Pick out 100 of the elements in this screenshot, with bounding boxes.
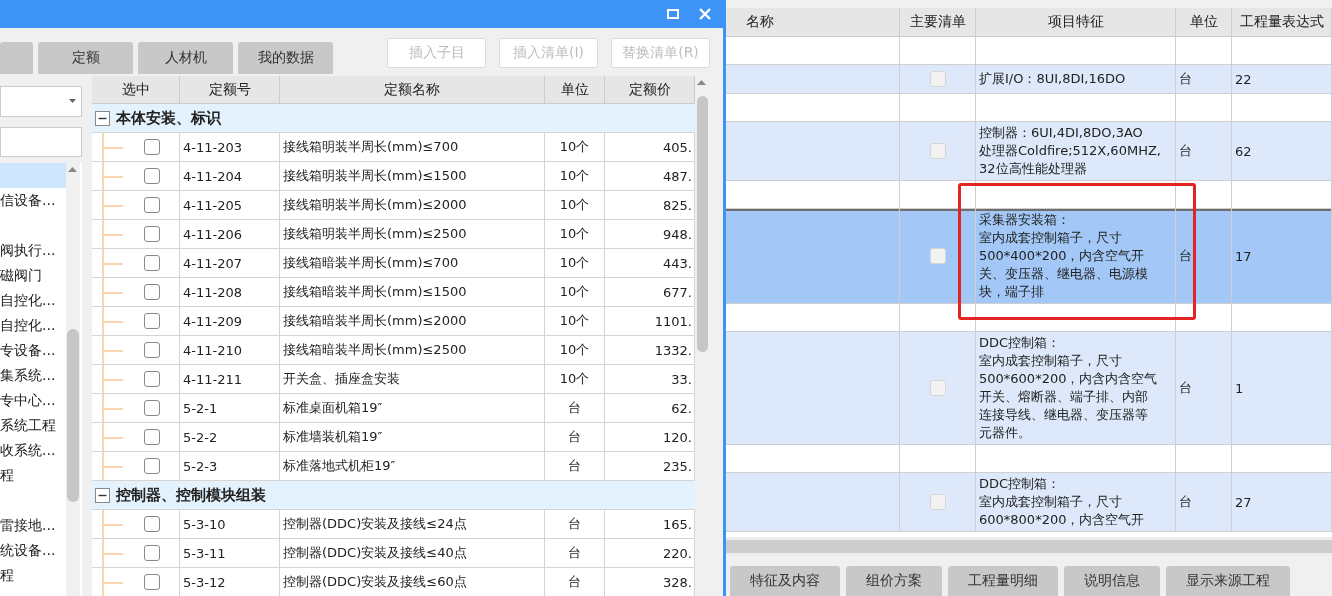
- table-cell: 台: [545, 568, 605, 596]
- tree-item[interactable]: 雷接地...: [0, 513, 66, 538]
- tree-line: [102, 423, 124, 451]
- table-cell: 10个: [545, 220, 605, 249]
- maximize-icon[interactable]: [667, 9, 679, 19]
- tab[interactable]: 我的数据: [238, 42, 333, 74]
- table-cell: 10个: [545, 365, 605, 394]
- input-field[interactable]: [0, 127, 82, 157]
- tree-item[interactable]: 程: [0, 463, 66, 488]
- feature-text: 600*800*200，内含空气开: [979, 511, 1145, 529]
- tree-item[interactable]: 阀执行...: [0, 238, 66, 263]
- table-cell: 4-11-211: [180, 365, 280, 394]
- table-row[interactable]: 控制器：6UI,4DI,8DO,3AO 处理器Coldfire;512X,60MHZ, 32位高性能处理器 台 62: [726, 122, 1332, 181]
- table-cell: 接线箱暗装半周长(mm)≤1500: [280, 278, 545, 307]
- tree-line: [102, 394, 124, 422]
- scrollbar[interactable]: [726, 537, 1332, 556]
- tree-item[interactable]: 集系统...: [0, 363, 66, 388]
- collapse-icon[interactable]: [95, 110, 110, 126]
- table-cell: 控制器(DDC)安装及接线≤60点: [280, 568, 545, 596]
- tree-item[interactable]: 自控化...: [0, 288, 66, 313]
- feature-text: 室内成套控制箱子，尺寸: [979, 493, 1122, 511]
- tree-item[interactable]: 系统工程: [0, 413, 66, 438]
- feature-text: DDC控制箱：: [979, 475, 1061, 493]
- checkbox[interactable]: [144, 458, 160, 474]
- table-cell: 控制器(DDC)安装及接线≤24点: [280, 510, 545, 539]
- checkbox[interactable]: [144, 516, 160, 532]
- feature-text: 块，端子排: [979, 283, 1044, 301]
- group-title: 本体安装、标识: [116, 108, 221, 128]
- table-cell: 台: [545, 539, 605, 568]
- column-header: 名称: [726, 8, 900, 37]
- table-row[interactable]: DDC控制箱： 室内成套控制箱子，尺寸 600*800*200，内含空气开 台 27: [726, 473, 1332, 532]
- tree-item[interactable]: 统设备...: [0, 538, 66, 563]
- tab[interactable]: 说明信息: [1064, 566, 1160, 596]
- checkbox[interactable]: [144, 429, 160, 445]
- table-cell: 5-2-1: [180, 394, 280, 423]
- checkbox[interactable]: [144, 313, 160, 329]
- checkbox[interactable]: [144, 342, 160, 358]
- close-icon[interactable]: [699, 8, 711, 20]
- tree-item[interactable]: 收系统...: [0, 438, 66, 463]
- tab[interactable]: 工程量明细: [948, 566, 1058, 596]
- tree-item[interactable]: 程: [0, 563, 66, 588]
- tree-item[interactable]: 自控化...: [0, 313, 66, 338]
- column-header: 定额号: [180, 76, 280, 104]
- tree-line: [102, 307, 124, 335]
- tree-item[interactable]: 磁阀门: [0, 263, 66, 288]
- tree-line: [102, 162, 124, 190]
- tree-item[interactable]: 信设备...: [0, 188, 66, 213]
- checkbox[interactable]: [144, 139, 160, 155]
- scroll-up-icon[interactable]: [68, 167, 77, 172]
- table-cell: 5-3-12: [180, 568, 280, 596]
- feature-text: 连接导线、继电器、变压器等: [979, 406, 1148, 424]
- table-cell: 4-11-203: [180, 133, 280, 162]
- feature-text: 500*600*200，内含内含空气: [979, 370, 1158, 388]
- feature-text: 500*400*200，内含空气开: [979, 247, 1145, 265]
- checkbox[interactable]: [144, 371, 160, 387]
- checkbox[interactable]: [144, 255, 160, 271]
- tab[interactable]: 人材机: [138, 42, 233, 74]
- tab[interactable]: 特征及内容: [730, 566, 840, 596]
- table-cell: 62: [1232, 122, 1332, 181]
- table-cell: 标准墙装机箱19″: [280, 423, 545, 452]
- tree-line: [102, 133, 124, 161]
- table-row[interactable]: DDC控制箱： 室内成套控制箱子，尺寸 500*600*200，内含内含空气 开关、熔断器、端子排、内部 连接导线、继电器、变压器等 元器件。 台 1: [726, 332, 1332, 445]
- table-cell: 台: [1176, 122, 1232, 181]
- table-cell: 台: [545, 510, 605, 539]
- checkbox[interactable]: [144, 197, 160, 213]
- table-cell: 接线箱暗装半周长(mm)≤700: [280, 249, 545, 278]
- tree-item[interactable]: 专设备...: [0, 338, 66, 363]
- tab[interactable]: 定额: [38, 42, 133, 74]
- table-cell: 4-11-210: [180, 336, 280, 365]
- feature-text: 32位高性能处理器: [979, 160, 1087, 178]
- feature-text: 采集器安装箱：: [979, 211, 1070, 229]
- tree-line: [102, 336, 124, 364]
- tab[interactable]: 显示来源工程: [1166, 566, 1290, 596]
- table-cell: 接线箱明装半周长(mm)≤700: [280, 133, 545, 162]
- table-cell: 台: [1176, 473, 1232, 532]
- tree-line: [102, 365, 124, 393]
- table-cell: 接线箱明装半周长(mm)≤2500: [280, 220, 545, 249]
- checkbox[interactable]: [144, 574, 160, 590]
- checkbox[interactable]: [144, 284, 160, 300]
- checkbox[interactable]: [144, 400, 160, 416]
- tab[interactable]: 组价方案: [846, 566, 942, 596]
- column-header: 单位: [1176, 8, 1232, 37]
- table-cell: 5-3-10: [180, 510, 280, 539]
- checkbox[interactable]: [144, 545, 160, 561]
- table-cell: 台: [1176, 332, 1232, 445]
- column-header: 主要清单: [900, 8, 976, 37]
- table-cell: 4-11-208: [180, 278, 280, 307]
- table-row[interactable]: 采集器安装箱： 室内成套控制箱子，尺寸 500*400*200，内含空气开 关、变压器、继电器、电源模 块，端子排 台 17: [726, 209, 1332, 304]
- feature-text: 关、变压器、继电器、电源模: [979, 265, 1148, 283]
- table-row[interactable]: 扩展I/O：8UI,8DI,16DO 台 22: [726, 65, 1332, 94]
- tree-item[interactable]: 专中心...: [0, 388, 66, 413]
- checkbox[interactable]: [144, 168, 160, 184]
- feature-text: DDC控制箱：: [979, 334, 1061, 352]
- scrollbar[interactable]: [66, 163, 80, 596]
- scroll-up-icon[interactable]: [697, 80, 706, 85]
- collapse-icon[interactable]: [95, 487, 110, 503]
- checkbox[interactable]: [144, 226, 160, 242]
- table-cell: 台: [1176, 65, 1232, 94]
- table-cell: 接线箱明装半周长(mm)≤2000: [280, 191, 545, 220]
- tree-line: [102, 539, 124, 567]
